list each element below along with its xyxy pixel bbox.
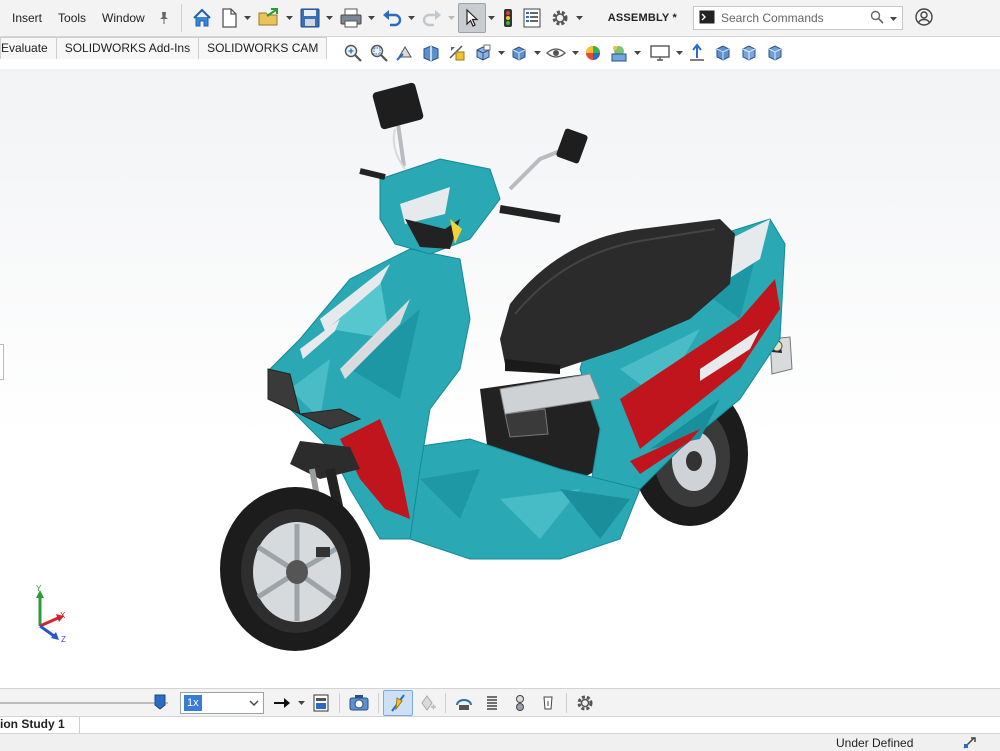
isometric-cube-icon[interactable] [710,40,736,66]
animation-wizard-camera-icon[interactable] [344,690,374,716]
new-document-icon[interactable] [216,4,242,32]
pin-icon[interactable] [153,0,175,37]
gravity-icon[interactable] [534,690,562,716]
save-animation-icon[interactable] [307,690,335,716]
separator [339,693,340,713]
spring-icon[interactable] [478,690,506,716]
document-title: ASSEMBLY * [607,12,677,24]
redo-icon[interactable] [418,4,446,32]
chevron-down-icon[interactable] [324,4,336,32]
chevron-down-icon[interactable] [296,690,307,716]
hide-show-items-eye-icon[interactable] [542,40,570,66]
select-cursor-button[interactable] [457,3,486,33]
apply-scene-icon[interactable] [606,40,632,66]
timeline-slider-thumb[interactable] [154,694,166,710]
motion-study-toolbar: 1x [0,688,1000,716]
triad-z-label: Z [61,635,66,644]
open-folder-icon[interactable] [254,4,284,32]
options-gear-icon[interactable] [546,4,574,32]
motor-icon[interactable] [450,690,478,716]
tab-motion-study-1[interactable]: ion Study 1 [0,717,80,734]
playback-mode-arrow-icon[interactable] [268,690,296,716]
motion-study-icons [268,689,599,717]
separator [180,4,182,32]
display-style-icon[interactable] [506,40,532,66]
coordinate-triad: Y X Z [36,584,66,644]
dynamic-annotation-view-icon[interactable] [444,40,470,66]
front-wheel[interactable] [220,487,370,651]
search-icon[interactable] [866,10,888,27]
home-icon[interactable] [188,4,216,32]
chevron-down-icon[interactable] [674,40,684,66]
previous-view-icon[interactable] [392,40,418,66]
trimetric-cube-icon[interactable] [736,40,762,66]
command-manager-tabs: Evaluate SOLIDWORKS Add-Ins SOLIDWORKS C… [0,37,328,59]
menu-tools[interactable]: Tools [50,0,94,37]
separator [566,693,567,713]
chevron-down-icon[interactable] [284,4,296,32]
view-settings-monitor-icon[interactable] [646,40,674,66]
menu-insert[interactable]: Insert [4,0,50,37]
dimetric-cube-icon[interactable] [762,40,788,66]
chevron-down-icon[interactable] [496,40,506,66]
menu-window[interactable]: Window [94,0,153,37]
study-tab-rule [80,717,1000,734]
chevron-down-icon[interactable] [574,4,586,32]
chevron-down-icon[interactable] [242,4,254,32]
view-orientation-icon[interactable] [470,40,496,66]
print-icon[interactable] [336,4,366,32]
chevron-down-icon[interactable] [888,11,902,25]
search-commands-input[interactable] [720,11,866,25]
user-account-icon[interactable] [915,7,933,29]
motion-study-tabs: ion Study 1 [0,716,1000,734]
tab-solidworks-cam[interactable]: SOLIDWORKS CAM [198,37,328,59]
chevron-down-icon[interactable] [366,4,378,32]
chevron-down-icon[interactable] [486,4,498,32]
heads-up-view-toolbar [340,40,788,66]
edit-appearance-icon[interactable] [580,40,606,66]
graphics-area[interactable]: Y X Z [0,69,1000,688]
chevron-down-icon[interactable] [570,40,580,66]
chevron-down-icon[interactable] [446,4,458,32]
chevron-down-icon[interactable] [248,696,260,710]
playback-speed-value: 1x [184,695,202,711]
timeline-slider-track[interactable] [0,702,168,704]
playback-speed-select[interactable]: 1x [180,692,264,714]
command-prompt-icon [699,10,715,27]
save-icon[interactable] [296,4,324,32]
chevron-down-icon[interactable] [406,4,418,32]
align-view-arrow-icon[interactable] [684,40,710,66]
chevron-down-icon[interactable] [532,40,542,66]
chevron-down-icon[interactable] [632,40,642,66]
status-dimension-icon[interactable] [962,736,978,751]
separator [445,693,446,713]
menu-bar: Insert Tools Window [0,0,175,37]
separator [378,693,379,713]
zoom-to-area-icon[interactable] [366,40,392,66]
status-bar: Under Defined [0,733,1000,751]
rebuild-traffic-light-icon[interactable] [498,4,518,32]
contact-icon[interactable] [506,690,534,716]
tab-solidworks-add-ins[interactable]: SOLIDWORKS Add-Ins [55,37,200,59]
triad-y-label: Y [36,584,42,593]
command-manager-row: Evaluate SOLIDWORKS Add-Ins SOLIDWORKS C… [0,37,1000,69]
quick-access-toolbar [188,0,586,37]
tab-evaluate[interactable]: Evaluate [0,37,57,59]
zoom-to-fit-icon[interactable] [340,40,366,66]
search-commands-box[interactable] [692,6,903,30]
motion-study-properties-gear-icon[interactable] [571,690,599,716]
file-properties-icon[interactable] [518,4,546,32]
scooter-assembly-model[interactable] [0,69,1000,688]
undo-icon[interactable] [378,4,406,32]
title-bar: Insert Tools Window ASSEMBLY * Search Co… [0,0,1000,37]
triad-x-label: X [60,611,66,620]
add-update-key-icon[interactable] [413,690,441,716]
status-under-defined: Under Defined [836,736,914,750]
section-view-icon[interactable] [418,40,444,66]
autokey-icon[interactable] [383,690,413,716]
